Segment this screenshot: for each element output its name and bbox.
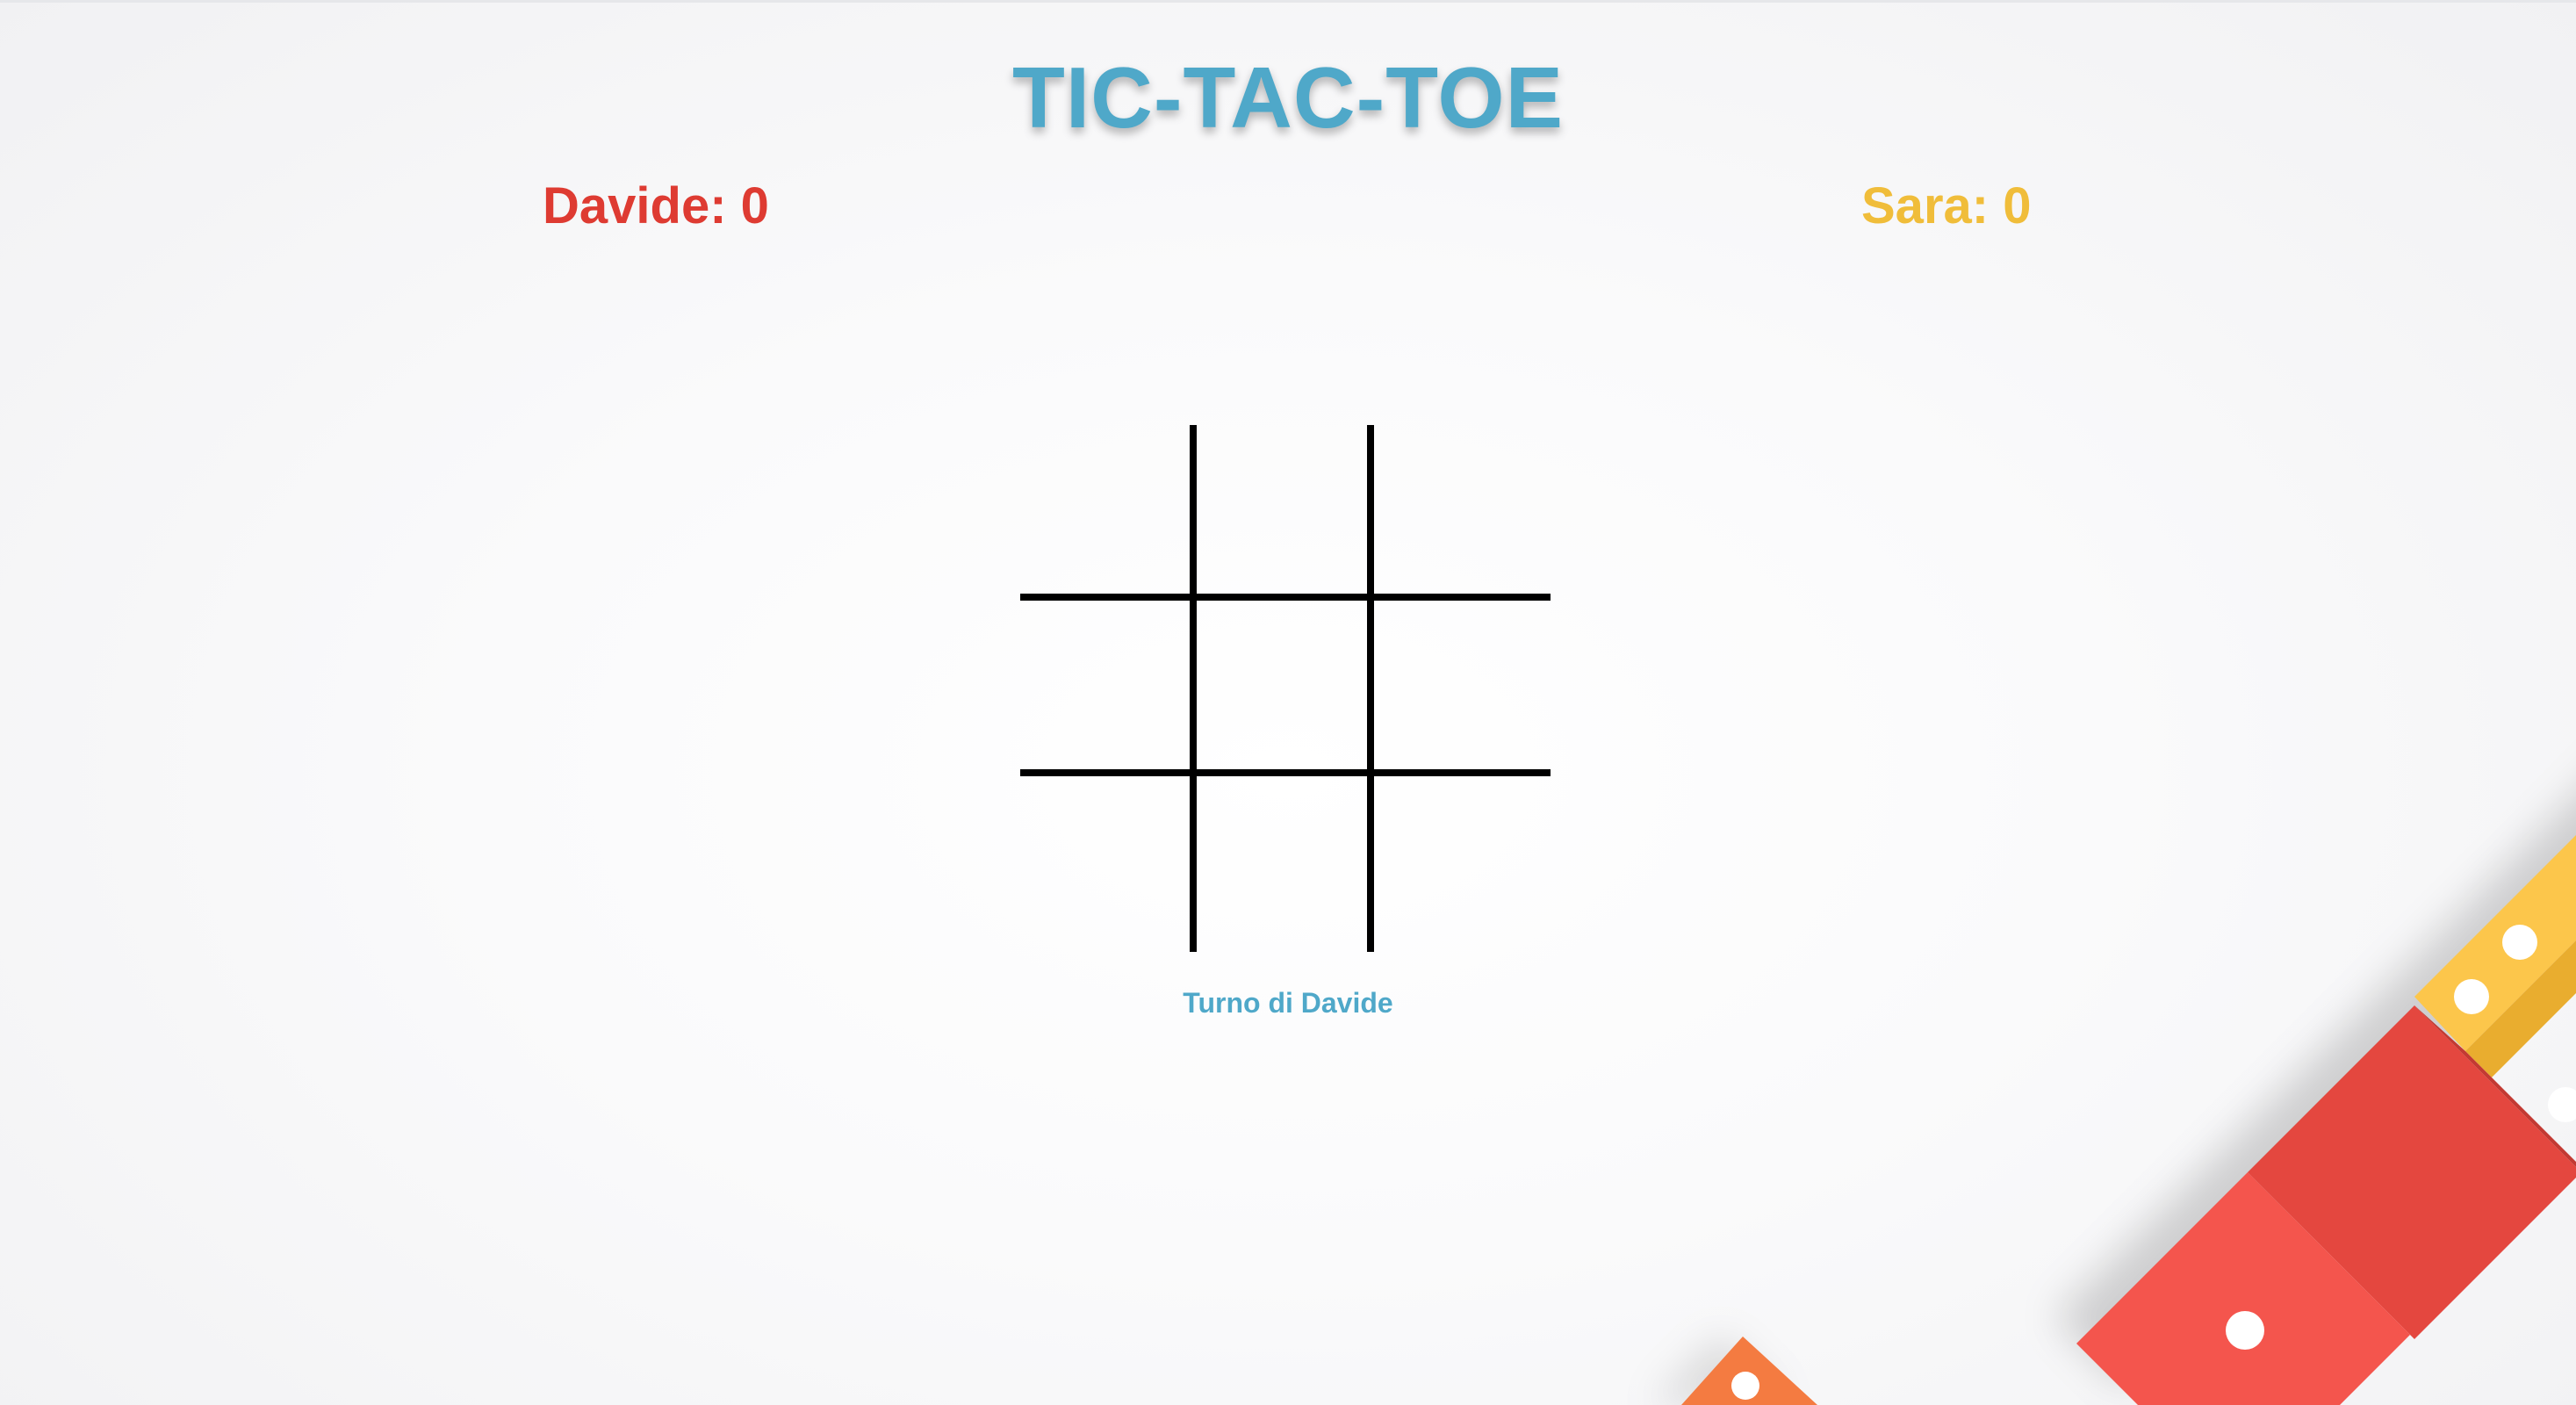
orange-die-face xyxy=(1681,1337,1817,1405)
red-die-face xyxy=(2248,1005,2576,1339)
board-cell-5[interactable] xyxy=(1197,601,1374,776)
die-pip xyxy=(2548,1087,2576,1122)
red-die-face-lower xyxy=(2076,1172,2410,1405)
board-cell-4[interactable] xyxy=(1020,601,1198,776)
board-cell-2[interactable] xyxy=(1197,425,1374,601)
turn-indicator: Turno di Davide xyxy=(1183,987,1393,1019)
board-cell-9[interactable] xyxy=(1374,776,1551,952)
die-pip xyxy=(2226,1311,2264,1350)
board-cell-3[interactable] xyxy=(1373,425,1551,601)
game-title: TIC-TAC-TOE xyxy=(1012,49,1564,146)
top-edge xyxy=(0,0,2576,3)
board-cell-8[interactable] xyxy=(1197,776,1374,952)
score-player-one: Davide: 0 xyxy=(543,177,769,234)
game-board xyxy=(1020,425,1551,952)
board-cell-7[interactable] xyxy=(1020,776,1198,952)
board-cell-1[interactable] xyxy=(1020,425,1198,601)
board-cell-6[interactable] xyxy=(1373,601,1551,776)
die-pip xyxy=(1731,1372,1759,1400)
die-pip xyxy=(2502,925,2537,960)
score-player-two: Sara: 0 xyxy=(1861,177,2032,234)
